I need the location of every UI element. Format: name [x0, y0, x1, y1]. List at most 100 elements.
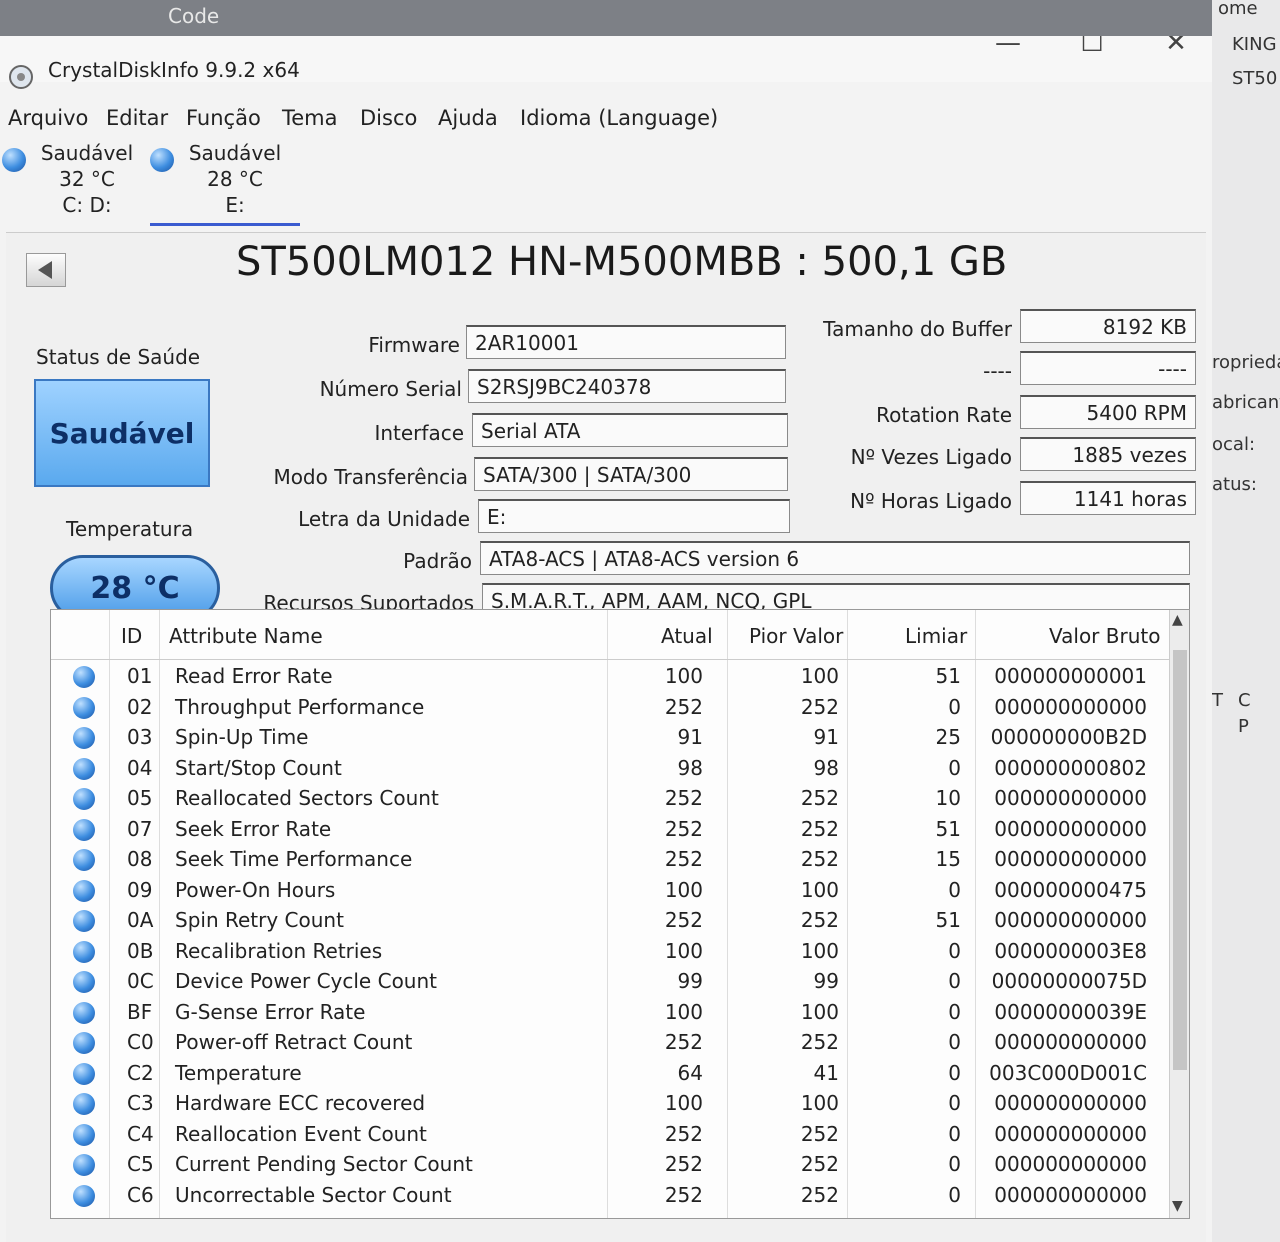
table-row[interactable]: BF G-Sense Error Rate 100 100 0 00000000039E: [51, 998, 1171, 1028]
table-row[interactable]: 01 Read Error Rate 100 100 51 000000000001: [51, 662, 1171, 692]
attribute-id: C6: [127, 1182, 154, 1207]
menu-disco[interactable]: Disco: [360, 106, 417, 130]
attribute-raw-value: 000000000000: [994, 816, 1147, 841]
table-row[interactable]: C3 Hardware ECC recovered 100 100 0 000000000…: [51, 1089, 1171, 1119]
attribute-raw-value: 000000000475: [994, 877, 1147, 902]
transfer-mode-label: Modo Transferência: [273, 465, 468, 489]
attribute-current: 252: [664, 694, 703, 719]
status-dot-icon: [73, 1184, 95, 1207]
drive-selector: Saudável 32 °C C: D: Saudável 28 °C E:: [0, 140, 1212, 226]
menu-tema[interactable]: Tema: [282, 106, 338, 130]
background-text: atus:: [1212, 474, 1257, 495]
close-button[interactable]: ✕: [1156, 36, 1196, 58]
attribute-worst: 100: [800, 999, 839, 1024]
scroll-thumb[interactable]: [1173, 650, 1187, 1070]
drive-tab-e[interactable]: Saudável 28 °C E:: [150, 140, 300, 226]
table-row[interactable]: 0C Device Power Cycle Count 99 99 0 000000000…: [51, 967, 1171, 997]
attribute-raw-value: 003C000D001C: [989, 1060, 1147, 1085]
table-row[interactable]: C4 Reallocation Event Count 252 252 0 0000000…: [51, 1120, 1171, 1150]
attribute-worst: 252: [800, 1152, 839, 1176]
header-attribute-name[interactable]: Attribute Name: [169, 624, 323, 648]
attribute-id: 0A: [127, 908, 154, 932]
attribute-current: 252: [664, 786, 703, 810]
menu-ajuda[interactable]: Ajuda: [438, 106, 498, 130]
table-row[interactable]: 04 Start/Stop Count 98 98 0 000000000802: [51, 754, 1171, 784]
attribute-raw-value: 000000000000: [994, 786, 1147, 810]
background-window: ome KING ST50 roprieda abricante ocal: a…: [1212, 0, 1280, 1242]
status-dot-icon: [73, 940, 95, 963]
attribute-threshold: 10: [935, 786, 961, 810]
header-worst[interactable]: Pior Valor: [749, 624, 843, 648]
table-row[interactable]: 07 Seek Error Rate 252 252 51 000000000000: [51, 815, 1171, 845]
table-row[interactable]: C0 Power-off Retract Count 252 252 0 00000000…: [51, 1028, 1171, 1058]
health-indicator-icon: [150, 148, 174, 172]
menu-editar[interactable]: Editar: [106, 106, 168, 130]
scroll-up-icon[interactable]: ▲: [1172, 612, 1183, 628]
attribute-threshold: 0: [948, 877, 961, 902]
menu-idioma[interactable]: Idioma (Language): [520, 106, 718, 130]
serial-value: S2RSJ9BC240378: [468, 369, 786, 403]
attribute-current: 252: [664, 908, 703, 932]
app-icon: [9, 65, 33, 89]
attribute-name: Recalibration Retries: [175, 938, 383, 963]
blank-field-value: ----: [1020, 351, 1196, 385]
attribute-worst: 100: [800, 877, 839, 902]
header-id[interactable]: ID: [121, 624, 142, 648]
table-row[interactable]: 0B Recalibration Retries 100 100 0 0000000003…: [51, 937, 1171, 967]
attribute-name: Power-off Retract Count: [175, 1030, 413, 1054]
status-dot-icon: [73, 849, 95, 871]
table-row[interactable]: 05 Reallocated Sectors Count 252 252 10 00000…: [51, 784, 1171, 814]
health-status-badge[interactable]: Saudável: [34, 379, 210, 487]
attribute-current: 252: [664, 1182, 703, 1207]
attribute-threshold: 0: [948, 1152, 961, 1176]
table-row[interactable]: 09 Power-On Hours 100 100 0 000000000475: [51, 876, 1171, 906]
header-current[interactable]: Atual: [661, 624, 713, 648]
table-row[interactable]: 08 Seek Time Performance 252 252 15 000000000…: [51, 845, 1171, 875]
menu-arquivo[interactable]: Arquivo: [8, 106, 88, 130]
menu-funcao[interactable]: Função: [186, 106, 261, 130]
table-row[interactable]: C2 Temperature 64 41 0 003C000D001C: [51, 1059, 1171, 1089]
attribute-worst: 100: [800, 938, 839, 963]
attribute-current: 100: [664, 938, 703, 963]
attribute-id: 04: [127, 755, 153, 780]
table-row[interactable]: 02 Throughput Performance 252 252 0 000000000…: [51, 693, 1171, 723]
table-row[interactable]: C5 Current Pending Sector Count 252 252 0 000…: [51, 1150, 1171, 1180]
table-row[interactable]: C6 Uncorrectable Sector Count 252 252 0 00000…: [51, 1181, 1171, 1211]
previous-disk-button[interactable]: [26, 253, 66, 287]
maximize-button[interactable]: ☐: [1072, 36, 1112, 58]
minimize-button[interactable]: —: [988, 36, 1028, 58]
firmware-value: 2AR10001: [466, 325, 786, 359]
attribute-id: 07: [127, 816, 153, 841]
header-threshold[interactable]: Limiar: [905, 624, 967, 648]
attribute-current: 64: [677, 1060, 703, 1085]
table-row[interactable]: 03 Spin-Up Time 91 91 25 000000000B2D: [51, 723, 1171, 753]
background-text: abricante: [1212, 392, 1280, 413]
attribute-threshold: 0: [948, 1030, 961, 1054]
smart-attributes-table[interactable]: ID Attribute Name Atual Pior Valor Limia…: [50, 609, 1190, 1219]
table-row[interactable]: 0A Spin Retry Count 252 252 51 000000000000: [51, 906, 1171, 936]
attribute-worst: 252: [800, 1182, 839, 1207]
attribute-threshold: 0: [948, 999, 961, 1024]
transfer-mode-value: SATA/300 | SATA/300: [474, 457, 788, 491]
attribute-id: 03: [127, 725, 153, 749]
attribute-name: Reallocated Sectors Count: [175, 786, 439, 810]
header-raw-value[interactable]: Valor Bruto: [1049, 624, 1160, 648]
scroll-down-icon[interactable]: ▼: [1172, 1198, 1183, 1214]
attribute-raw-value: 000000000000: [994, 1030, 1147, 1054]
attribute-worst: 98: [813, 755, 839, 780]
power-on-hours-label: Nº Horas Ligado: [850, 489, 1012, 513]
attribute-threshold: 0: [948, 1121, 961, 1146]
rotation-rate-value: 5400 RPM: [1020, 395, 1196, 429]
attribute-raw-value: 000000000000: [994, 1121, 1147, 1146]
attribute-name: Spin-Up Time: [175, 725, 309, 749]
attribute-threshold: 51: [935, 664, 961, 688]
attribute-raw-value: 00000000075D: [991, 969, 1147, 993]
standard-value: ATA8-ACS | ATA8-ACS version 6: [480, 541, 1190, 575]
status-dot-icon: [73, 910, 95, 932]
status-dot-icon: [73, 971, 95, 993]
attribute-worst: 91: [813, 725, 839, 749]
window-title: CrystalDiskInfo 9.9.2 x64: [48, 58, 300, 82]
attribute-threshold: 0: [948, 1182, 961, 1207]
drive-tab-c-d[interactable]: Saudável 32 °C C: D:: [2, 140, 152, 226]
smart-scrollbar[interactable]: ▲ ▼: [1169, 610, 1189, 1218]
